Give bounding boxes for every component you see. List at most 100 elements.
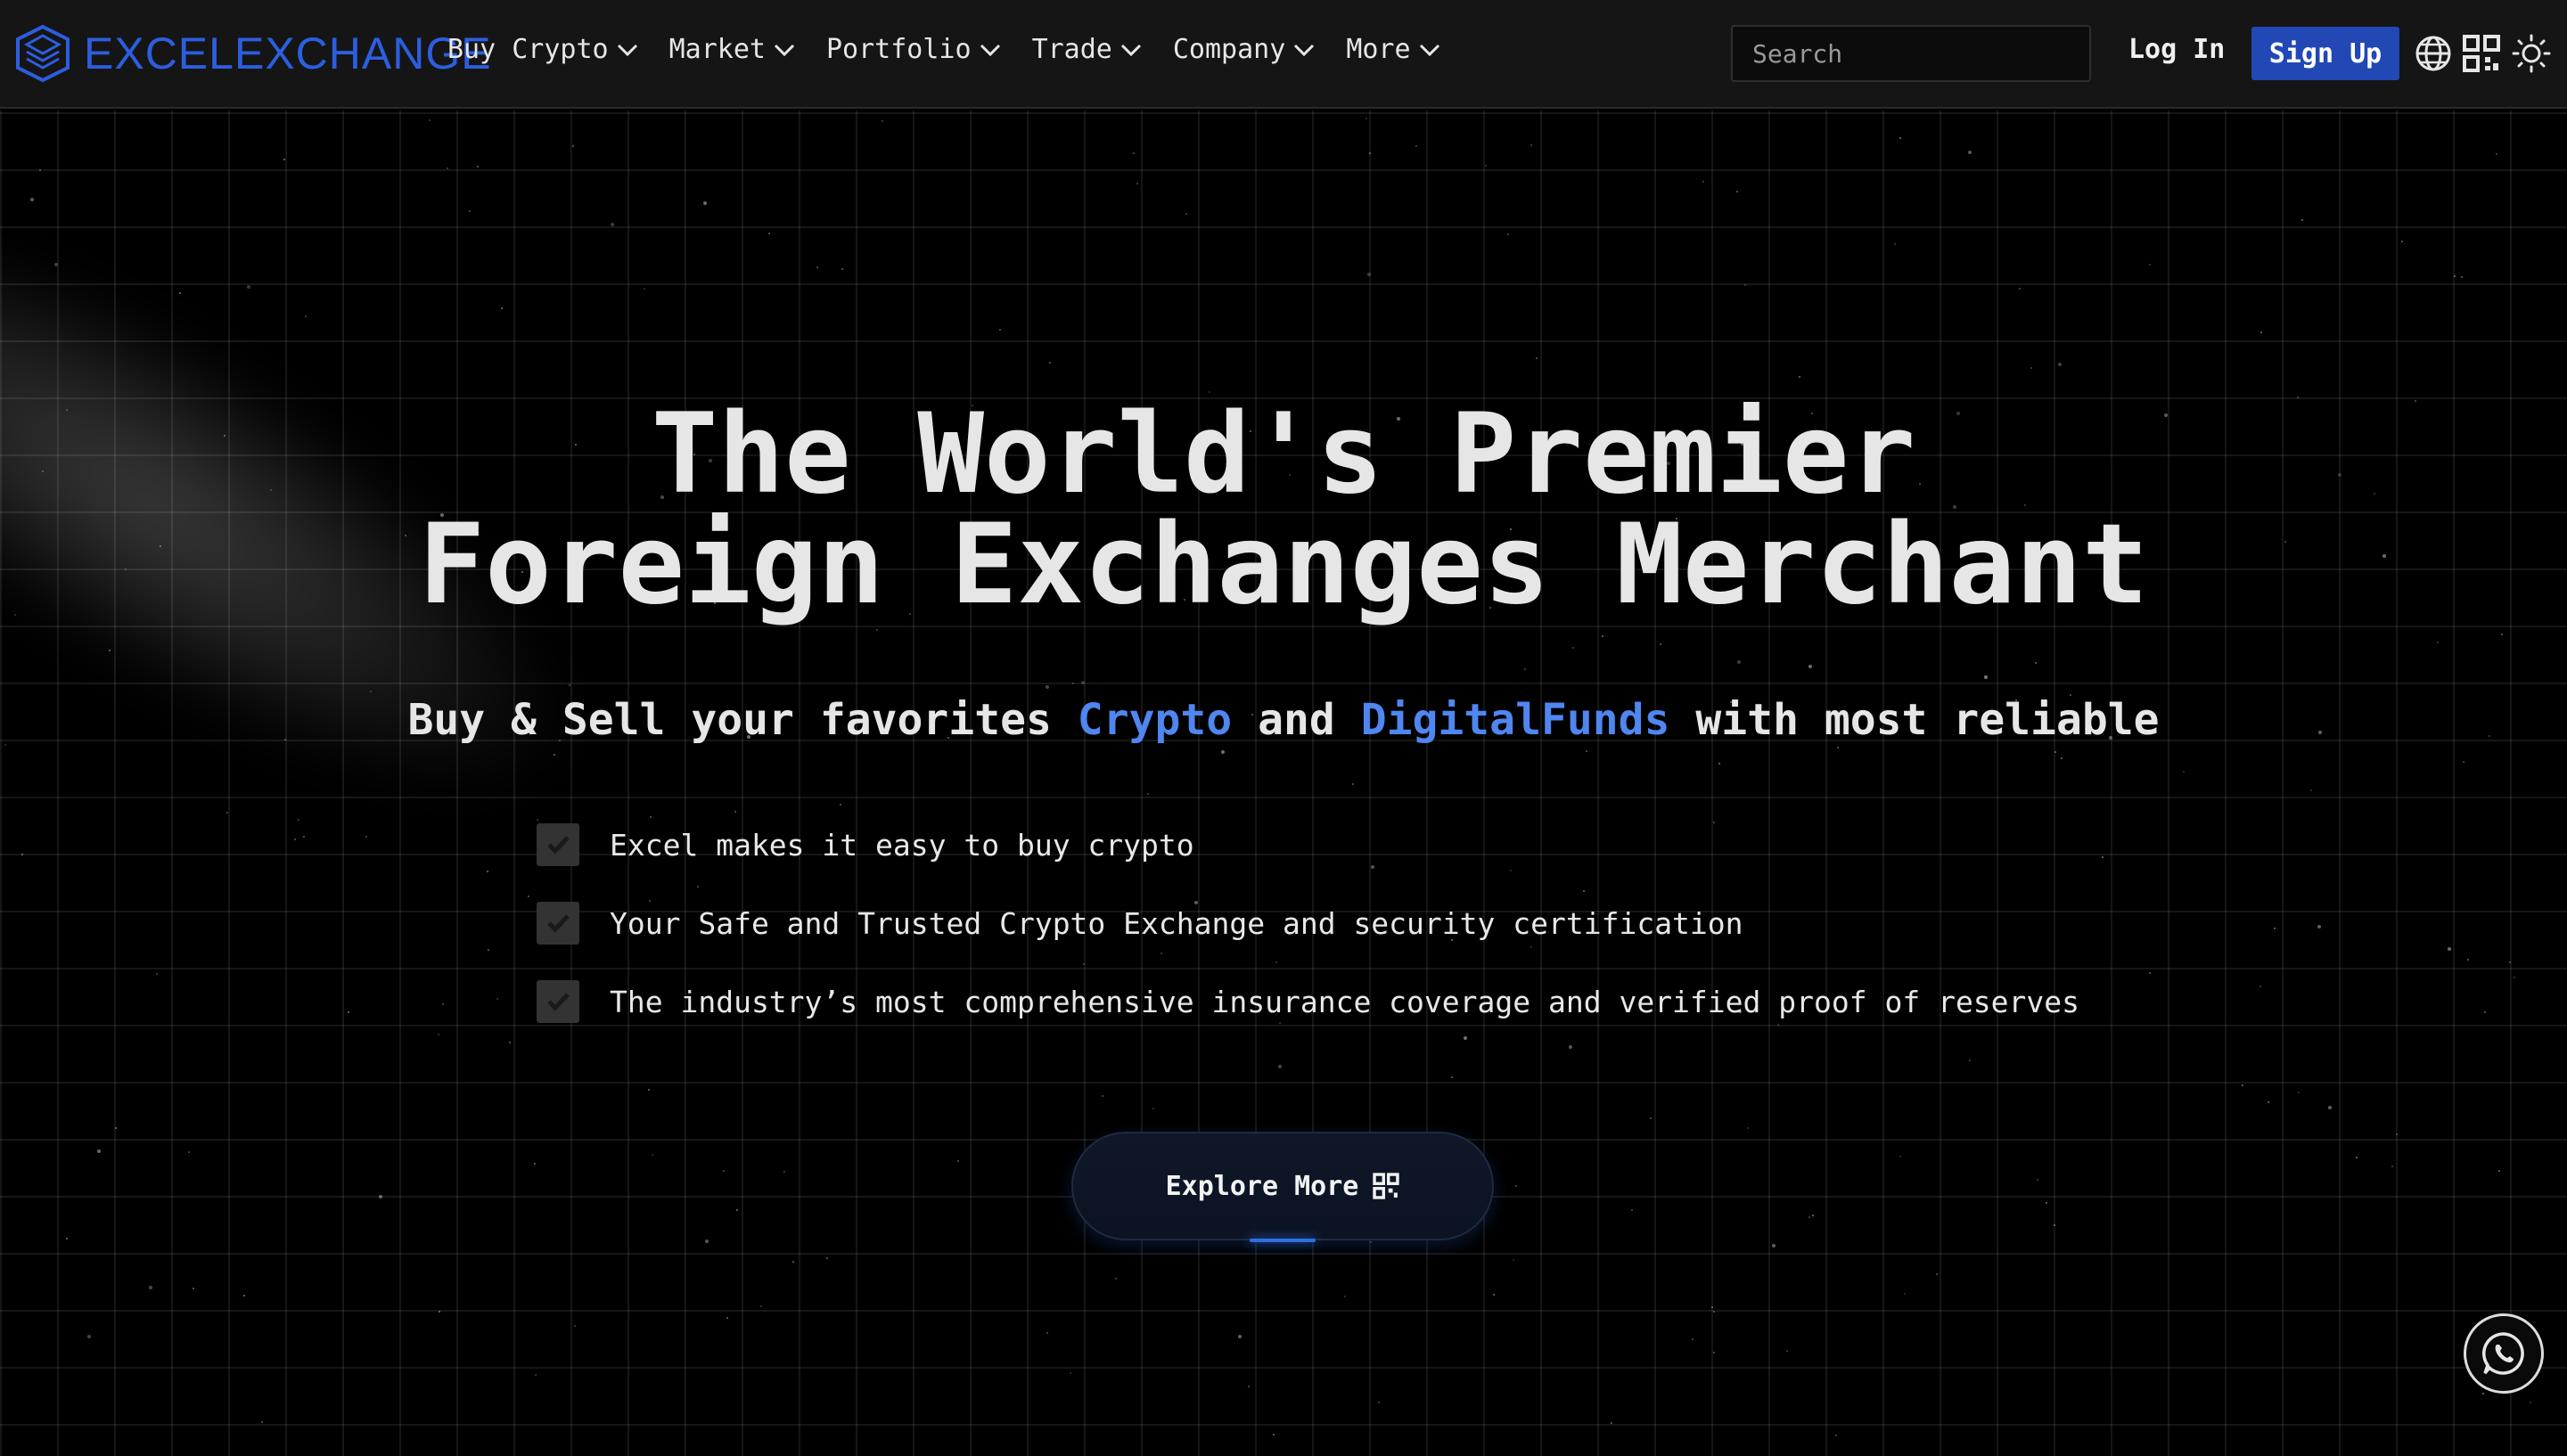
star-dot xyxy=(1081,681,1085,684)
star-dot xyxy=(768,233,770,234)
star-dot xyxy=(21,854,23,855)
star-dot xyxy=(1984,675,1988,679)
star-dot xyxy=(2496,153,2497,155)
star-dot xyxy=(1894,243,1896,245)
star-dot xyxy=(1513,1259,1514,1261)
star-dot xyxy=(1072,683,1074,684)
whatsapp-chat-button[interactable] xyxy=(2464,1313,2544,1394)
login-button[interactable]: Log In xyxy=(2128,34,2225,65)
nav-item-market[interactable]: Market xyxy=(669,34,796,65)
globe-icon[interactable] xyxy=(2414,34,2453,73)
star-dot xyxy=(2259,986,2261,987)
star-dot xyxy=(348,1011,349,1013)
star-dot xyxy=(841,268,843,270)
star-dot xyxy=(365,836,367,838)
star-dot xyxy=(1631,1209,1633,1211)
sun-icon[interactable] xyxy=(2512,34,2551,73)
star-dot xyxy=(1744,284,1746,286)
star-dot xyxy=(429,119,431,121)
signup-button[interactable]: Sign Up xyxy=(2251,27,2399,80)
nav-item-buy-crypto[interactable]: Buy Crypto xyxy=(447,34,639,65)
main-nav: Buy Crypto Market Portfolio Trade Compan… xyxy=(447,34,1472,65)
star-dot xyxy=(1899,1156,1901,1157)
star-dot xyxy=(54,263,58,266)
star-dot xyxy=(1602,635,1603,637)
star-dot xyxy=(477,166,479,168)
nav-item-trade[interactable]: Trade xyxy=(1032,34,1143,65)
star-dot xyxy=(1718,763,1720,765)
qr-code-icon[interactable] xyxy=(2462,34,2501,73)
star-dot xyxy=(1530,144,1532,146)
star-dot xyxy=(2391,1166,2393,1167)
star-dot xyxy=(487,871,488,872)
star-dot xyxy=(876,629,878,631)
star-dot xyxy=(243,1295,245,1296)
star-dot xyxy=(439,1311,440,1313)
star-dot xyxy=(826,1257,828,1259)
star-dot xyxy=(179,292,181,294)
star-dot xyxy=(2030,367,2032,369)
star-dot xyxy=(97,1149,101,1153)
star-dot xyxy=(2509,961,2511,963)
star-dot xyxy=(1650,1117,1652,1119)
nav-item-company[interactable]: Company xyxy=(1173,34,1316,65)
chevron-down-icon xyxy=(1419,44,1439,56)
feature-list: Excel makes it easy to buy crypto Your S… xyxy=(537,822,2079,1057)
star-dot xyxy=(528,896,529,897)
star-dot xyxy=(1515,1185,1517,1187)
star-dot xyxy=(2498,1170,2500,1172)
star-dot xyxy=(109,650,111,651)
checkmark-icon xyxy=(537,980,579,1023)
brand-logo[interactable]: EXCELEXCHANGE xyxy=(12,23,492,84)
explore-more-button[interactable]: Explore More xyxy=(1071,1132,1494,1240)
star-dot xyxy=(1367,273,1371,276)
star-dot xyxy=(535,1374,537,1376)
star-dot xyxy=(1611,1422,1612,1424)
star-dot xyxy=(1747,1127,1749,1129)
star-dot xyxy=(1737,660,1741,664)
star-dot xyxy=(1572,647,1574,649)
subline-accent-crypto: Crypto xyxy=(1077,695,1233,745)
star-dot xyxy=(379,1195,382,1198)
star-dot xyxy=(1786,1350,1788,1352)
star-dot xyxy=(2046,1202,2047,1204)
star-dot xyxy=(2102,856,2104,858)
star-dot xyxy=(226,812,228,814)
star-dot xyxy=(1366,118,1367,119)
star-dot xyxy=(1147,793,1149,795)
star-dot xyxy=(2454,275,2456,277)
search-input[interactable] xyxy=(1731,25,2091,82)
star-dot xyxy=(247,285,250,289)
star-dot xyxy=(736,1209,738,1211)
chevron-down-icon xyxy=(617,44,637,56)
star-dot xyxy=(1799,376,1800,378)
star-dot xyxy=(2037,1179,2038,1181)
star-dot xyxy=(705,1239,709,1243)
star-dot xyxy=(2149,972,2151,974)
star-dot xyxy=(723,1170,725,1172)
star-dot xyxy=(2401,241,2403,242)
star-dot xyxy=(2058,363,2062,366)
headline-line-1: The World's Premier xyxy=(651,390,1916,519)
star-dot xyxy=(999,329,1001,331)
star-dot xyxy=(87,1335,91,1338)
star-dot xyxy=(2461,276,2463,278)
star-dot xyxy=(652,1154,653,1156)
star-dot xyxy=(1936,1273,1938,1275)
star-dot xyxy=(2484,1011,2486,1013)
feature-text: Excel makes it easy to buy crypto xyxy=(610,827,1194,863)
star-dot xyxy=(298,819,299,821)
star-dot xyxy=(149,1286,152,1289)
nav-item-label: Company xyxy=(1172,34,1286,65)
logo-icon xyxy=(16,24,70,83)
star-dot xyxy=(1115,1278,1117,1280)
star-dot xyxy=(2242,1084,2243,1086)
nav-item-portfolio[interactable]: Portfolio xyxy=(826,34,1002,65)
nav-item-more[interactable]: More xyxy=(1346,34,1440,65)
star-dot xyxy=(370,691,372,692)
star-dot xyxy=(193,1288,194,1289)
star-dot xyxy=(2514,977,2515,978)
star-dot xyxy=(1378,1402,1380,1403)
star-dot xyxy=(2356,1157,2358,1158)
explore-more-label: Explore More xyxy=(1165,1170,1359,1202)
